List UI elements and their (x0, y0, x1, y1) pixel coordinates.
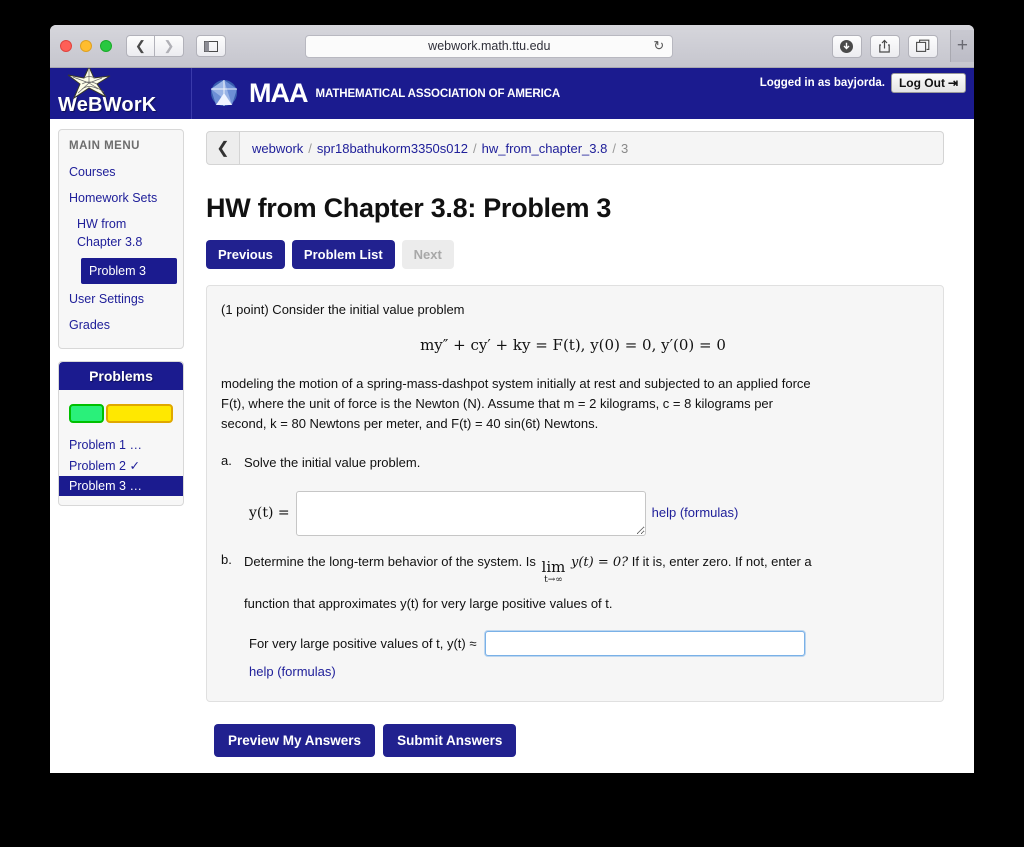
part-a-answer-row: y(t) = help (formulas) (249, 490, 925, 536)
problems-panel-title: Problems (59, 361, 183, 390)
breadcrumb: webwork / spr18bathukorm3350s012 / hw_fr… (240, 131, 944, 165)
problem-link-3[interactable]: Problem 3 … (59, 475, 183, 496)
new-tab-button[interactable]: + (949, 30, 974, 62)
main-menu-panel: MAIN MENU Courses Homework Sets HW from … (58, 129, 184, 349)
breadcrumb-separator: / (472, 140, 477, 156)
breadcrumb-separator: / (308, 140, 312, 156)
maximize-window-button[interactable] (100, 40, 112, 52)
limit-body: y(t) = 0? (570, 554, 629, 570)
submit-answers-button[interactable]: Submit Answers (383, 723, 517, 757)
problems-panel: Problems Problem 1 … Problem 2 ✓ Problem… (58, 360, 184, 506)
breadcrumb-item-webwork[interactable]: webwork (252, 141, 303, 156)
part-b-answer-label: For very large positive values of t, y(t… (249, 635, 477, 651)
login-area: Logged in as bayjorda. Log Out ⇥ (760, 73, 966, 93)
close-window-button[interactable] (60, 40, 72, 52)
log-out-label: Log Out (898, 76, 945, 90)
browser-window: ❮ ❯ webwork.math.ttu.edu ↻ + WeBWorK MAA… (50, 25, 974, 773)
log-out-icon: ⇥ (947, 76, 958, 90)
sidebar-item-grades[interactable]: Grades (59, 312, 183, 338)
limit-subscript: t→∞ (544, 574, 563, 585)
sidebar-item-courses[interactable]: Courses (59, 159, 183, 185)
previous-button[interactable]: Previous (206, 240, 285, 269)
part-a-answer-label: y(t) = (249, 504, 290, 521)
limit-notation: lim t→∞ (541, 557, 566, 587)
status-line-attempts: You have attempted this problem 2 times. (214, 771, 944, 774)
logged-in-text: Logged in as bayjorda. (759, 77, 885, 89)
minimize-window-button[interactable] (80, 40, 92, 52)
part-b-letter: b. (221, 551, 232, 567)
breadcrumb-item-assignment[interactable]: hw_from_chapter_3.8 (482, 141, 608, 156)
progress-segment-attempted (105, 403, 173, 423)
part-a-help-link[interactable]: help (formulas) (652, 491, 739, 520)
next-button: Next (401, 240, 454, 269)
problem-link-1[interactable]: Problem 1 … (59, 435, 183, 455)
back-icon[interactable]: ❮ (126, 35, 155, 57)
breadcrumb-back-button[interactable]: ❮ (206, 131, 240, 165)
problem-description-line-1: modeling the motion of a spring-mass-das… (221, 376, 811, 392)
download-icon[interactable] (831, 34, 862, 58)
reload-icon[interactable]: ↻ (653, 38, 664, 54)
problem-link-2[interactable]: Problem 2 ✓ (59, 455, 183, 476)
problem-parts: a. Solve the initial value problem. y(t)… (221, 453, 925, 679)
address-bar[interactable]: webwork.math.ttu.edu ↻ (305, 34, 674, 58)
main-column: ❮ webwork / spr18bathukorm3350s012 / hw_… (192, 119, 974, 773)
window-controls[interactable] (60, 40, 112, 52)
problem-description-line-3: second, k = 80 Newtons per meter, and F(… (221, 416, 599, 432)
part-a-letter: a. (221, 452, 232, 468)
part-b-prompt: Determine the long-term behavior of the … (244, 552, 925, 587)
submit-row: Preview My Answers Submit Answers (214, 723, 944, 757)
part-b-answer-input[interactable] (483, 629, 806, 657)
problem-points-line: (1 point) Consider the initial value pro… (221, 302, 465, 317)
problem-part-b: b. Determine the long-term behavior of t… (221, 552, 925, 615)
part-b-prompt-1: Determine the long-term behavior of the … (244, 553, 536, 569)
url-text: webwork.math.ttu.edu (428, 39, 551, 53)
breadcrumb-item-course[interactable]: spr18bathukorm3350s012 (317, 141, 468, 156)
page-title: HW from Chapter 3.8: Problem 3 (206, 193, 612, 223)
part-b-help-link[interactable]: help (formulas) (249, 664, 925, 679)
sidebar-item-hw-chapter-38[interactable]: HW from Chapter 3.8 (59, 211, 183, 255)
page-body: MAIN MENU Courses Homework Sets HW from … (50, 119, 974, 773)
problem-description-line-2: F(t), where the unit of force is the New… (221, 396, 773, 412)
webwork-star-icon (67, 68, 111, 100)
breadcrumb-separator: / (612, 140, 616, 156)
problem-equation: my″ + cy′ + ky = F(t), y(0) = 0, y′(0) =… (420, 336, 726, 355)
part-b-answer-row: For very large positive values of t, y(t… (249, 629, 925, 657)
toolbar-actions: + (831, 30, 974, 62)
progress-segment-correct (69, 403, 104, 423)
page-content: WeBWorK MAA MATHEMATICAL ASSOCIATION OF … (50, 68, 974, 773)
breadcrumb-row: ❮ webwork / spr18bathukorm3350s012 / hw_… (206, 131, 944, 165)
problem-list-button[interactable]: Problem List (291, 240, 395, 269)
sidebar-item-problem-3[interactable]: Problem 3 (81, 257, 177, 284)
problems-progress-bar (69, 403, 173, 423)
attempt-status: You have attempted this problem 2 times.… (214, 771, 944, 774)
tab-overview-icon[interactable] (907, 34, 938, 58)
log-out-button[interactable]: Log Out ⇥ (890, 73, 966, 93)
maa-wordmark: MAA (249, 78, 308, 108)
navigation-buttons[interactable]: ❮ ❯ (126, 35, 184, 57)
problem-navigation: Previous Problem List Next (206, 240, 944, 269)
maa-subtitle: MATHEMATICAL ASSOCIATION OF AMERICA (315, 87, 561, 100)
part-b-prompt-3: function that approximates y(t) for very… (244, 596, 613, 612)
main-menu-title: MAIN MENU (69, 140, 140, 152)
sidebar: MAIN MENU Courses Homework Sets HW from … (50, 119, 192, 773)
sidebar-toggle-icon[interactable] (196, 35, 226, 57)
problem-part-a: a. Solve the initial value problem. (221, 453, 925, 473)
share-icon[interactable] (869, 34, 900, 58)
maa-logo: MAA MATHEMATICAL ASSOCIATION OF AMERICA (192, 68, 560, 119)
breadcrumb-item-problem: 3 (620, 140, 629, 156)
part-b-prompt-2: If it is, enter zero. If not, enter a (631, 553, 812, 569)
sidebar-item-homework-sets[interactable]: Homework Sets (59, 185, 183, 211)
preview-answers-button[interactable]: Preview My Answers (214, 723, 376, 757)
part-a-answer-input[interactable] (295, 490, 646, 536)
sidebar-item-user-settings[interactable]: User Settings (59, 286, 183, 312)
browser-titlebar: ❮ ❯ webwork.math.ttu.edu ↻ + (50, 25, 974, 68)
webwork-logo[interactable]: WeBWorK (50, 68, 192, 119)
problem-container: (1 point) Consider the initial value pro… (206, 285, 944, 702)
site-header: WeBWorK MAA MATHEMATICAL ASSOCIATION OF … (50, 68, 974, 119)
part-a-prompt: Solve the initial value problem. (244, 454, 421, 470)
maa-icosahedron-icon (211, 79, 237, 106)
limit-operator: lim (541, 557, 566, 576)
forward-icon[interactable]: ❯ (155, 35, 184, 57)
